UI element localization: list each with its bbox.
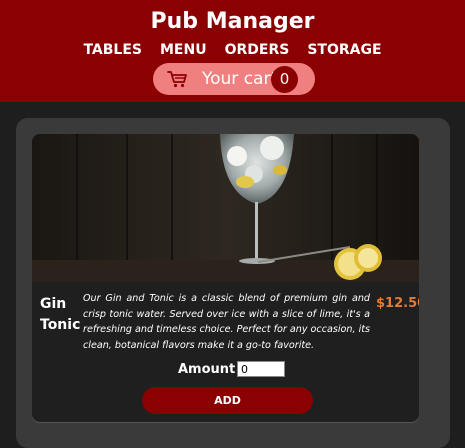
nav-orders[interactable]: ORDERS (225, 41, 290, 59)
item-description: Our Gin and Tonic is a classic blend of … (83, 293, 370, 351)
menu-item-card: Gin Tonic Our Gin and Tonic is a classic… (32, 134, 419, 422)
app-header: Pub Manager TABLES MENU ORDERS STORAGE Y… (0, 0, 465, 102)
cart-count-badge: 0 (271, 66, 298, 93)
cart-label: Your cart (202, 69, 278, 89)
add-button[interactable]: ADD (142, 387, 313, 414)
nav-tables[interactable]: TABLES (83, 41, 142, 59)
item-name: Gin Tonic (40, 296, 81, 333)
gin-tonic-photo (32, 134, 419, 282)
nav-storage[interactable]: STORAGE (307, 41, 381, 59)
nav-menu[interactable]: MENU (160, 41, 207, 59)
item-price: $12.50 (376, 296, 419, 311)
cart-button[interactable]: Your cart 0 (153, 63, 315, 95)
app-title: Pub Manager (150, 9, 315, 34)
main-nav: TABLES MENU ORDERS STORAGE (0, 41, 465, 59)
amount-label: Amount (178, 362, 236, 377)
cart-icon (167, 70, 189, 88)
amount-input[interactable] (237, 361, 285, 377)
